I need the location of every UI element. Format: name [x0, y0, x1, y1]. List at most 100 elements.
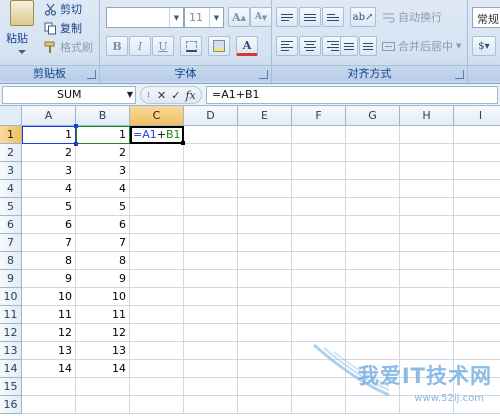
cell-a16[interactable] [22, 396, 76, 414]
cell-g16[interactable] [346, 396, 400, 414]
cell-i5[interactable] [454, 198, 500, 216]
row-header-4[interactable]: 4 [0, 180, 22, 198]
cell-d15[interactable] [184, 378, 238, 396]
row-header-7[interactable]: 7 [0, 234, 22, 252]
cell-i13[interactable] [454, 342, 500, 360]
cell-h9[interactable] [400, 270, 454, 288]
cell-c11[interactable] [130, 306, 184, 324]
reference-resize-handle[interactable] [74, 142, 78, 146]
cell-c7[interactable] [130, 234, 184, 252]
cell-e15[interactable] [238, 378, 292, 396]
align-top-button[interactable] [276, 7, 298, 27]
row-header-8[interactable]: 8 [0, 252, 22, 270]
cell-i10[interactable] [454, 288, 500, 306]
decrease-indent-button[interactable] [340, 36, 358, 56]
cancel-icon[interactable]: ✕ [157, 89, 166, 102]
cell-e11[interactable] [238, 306, 292, 324]
cell-a2[interactable]: 2 [22, 144, 76, 162]
cell-h12[interactable] [400, 324, 454, 342]
orientation-button[interactable]: ab↗ [350, 7, 376, 27]
cell-a8[interactable]: 8 [22, 252, 76, 270]
select-all-corner[interactable] [0, 106, 22, 126]
cell-a12[interactable]: 12 [22, 324, 76, 342]
cell-g1[interactable] [346, 126, 400, 144]
cell-e16[interactable] [238, 396, 292, 414]
cell-i11[interactable] [454, 306, 500, 324]
cell-d8[interactable] [184, 252, 238, 270]
accounting-format-button[interactable]: $▾ [472, 36, 496, 56]
cell-c13[interactable] [130, 342, 184, 360]
paste-button[interactable]: 粘贴 [4, 0, 40, 62]
cell-f1[interactable] [292, 126, 346, 144]
font-size-dropdown[interactable]: 11 ▼ [184, 7, 224, 28]
column-header-g[interactable]: G [346, 106, 400, 126]
cell-c1-editing[interactable]: =A1+B1 [130, 126, 184, 144]
chevron-down-icon[interactable]: ▼ [127, 87, 133, 103]
row-header-6[interactable]: 6 [0, 216, 22, 234]
cell-b14[interactable]: 14 [76, 360, 130, 378]
column-header-h[interactable]: H [400, 106, 454, 126]
cell-f9[interactable] [292, 270, 346, 288]
cell-d10[interactable] [184, 288, 238, 306]
cell-b2[interactable]: 2 [76, 144, 130, 162]
row-header-10[interactable]: 10 [0, 288, 22, 306]
cell-i8[interactable] [454, 252, 500, 270]
cell-h4[interactable] [400, 180, 454, 198]
italic-button[interactable]: I [129, 36, 151, 56]
cell-b16[interactable] [76, 396, 130, 414]
cell-h3[interactable] [400, 162, 454, 180]
cell-e8[interactable] [238, 252, 292, 270]
cell-g13[interactable] [346, 342, 400, 360]
dialog-launcher-icon[interactable] [87, 70, 96, 79]
cell-e6[interactable] [238, 216, 292, 234]
cell-d13[interactable] [184, 342, 238, 360]
cell-f8[interactable] [292, 252, 346, 270]
underline-button[interactable]: U [152, 36, 174, 56]
cell-i12[interactable] [454, 324, 500, 342]
column-header-b[interactable]: B [76, 106, 130, 126]
cell-g15[interactable] [346, 378, 400, 396]
cell-i9[interactable] [454, 270, 500, 288]
column-header-i[interactable]: I [454, 106, 500, 126]
cell-d2[interactable] [184, 144, 238, 162]
cell-b6[interactable]: 6 [76, 216, 130, 234]
cell-h13[interactable] [400, 342, 454, 360]
cell-g7[interactable] [346, 234, 400, 252]
column-header-f[interactable]: F [292, 106, 346, 126]
cell-c2[interactable] [130, 144, 184, 162]
cell-f11[interactable] [292, 306, 346, 324]
cell-h15[interactable] [400, 378, 454, 396]
cell-e10[interactable] [238, 288, 292, 306]
cell-d6[interactable] [184, 216, 238, 234]
cell-a5[interactable]: 5 [22, 198, 76, 216]
column-header-e[interactable]: E [238, 106, 292, 126]
cell-b3[interactable]: 3 [76, 162, 130, 180]
cell-f5[interactable] [292, 198, 346, 216]
align-middle-button[interactable] [299, 7, 321, 27]
cell-i6[interactable] [454, 216, 500, 234]
cell-h16[interactable] [400, 396, 454, 414]
row-header-1[interactable]: 1 [0, 126, 22, 144]
cell-b8[interactable]: 8 [76, 252, 130, 270]
cell-g9[interactable] [346, 270, 400, 288]
cell-e14[interactable] [238, 360, 292, 378]
row-header-5[interactable]: 5 [0, 198, 22, 216]
cell-g3[interactable] [346, 162, 400, 180]
cell-d1[interactable] [184, 126, 238, 144]
cell-d3[interactable] [184, 162, 238, 180]
cell-h14[interactable] [400, 360, 454, 378]
formula-input[interactable]: =A1+B1 [206, 86, 498, 104]
cell-a11[interactable]: 11 [22, 306, 76, 324]
align-bottom-button[interactable] [322, 7, 344, 27]
bold-button[interactable]: B [106, 36, 128, 56]
cell-d16[interactable] [184, 396, 238, 414]
cell-d14[interactable] [184, 360, 238, 378]
cell-h5[interactable] [400, 198, 454, 216]
column-header-d[interactable]: D [184, 106, 238, 126]
cell-h8[interactable] [400, 252, 454, 270]
cell-g8[interactable] [346, 252, 400, 270]
cell-i7[interactable] [454, 234, 500, 252]
cell-g10[interactable] [346, 288, 400, 306]
cell-b9[interactable]: 9 [76, 270, 130, 288]
column-header-c[interactable]: C [130, 106, 184, 126]
